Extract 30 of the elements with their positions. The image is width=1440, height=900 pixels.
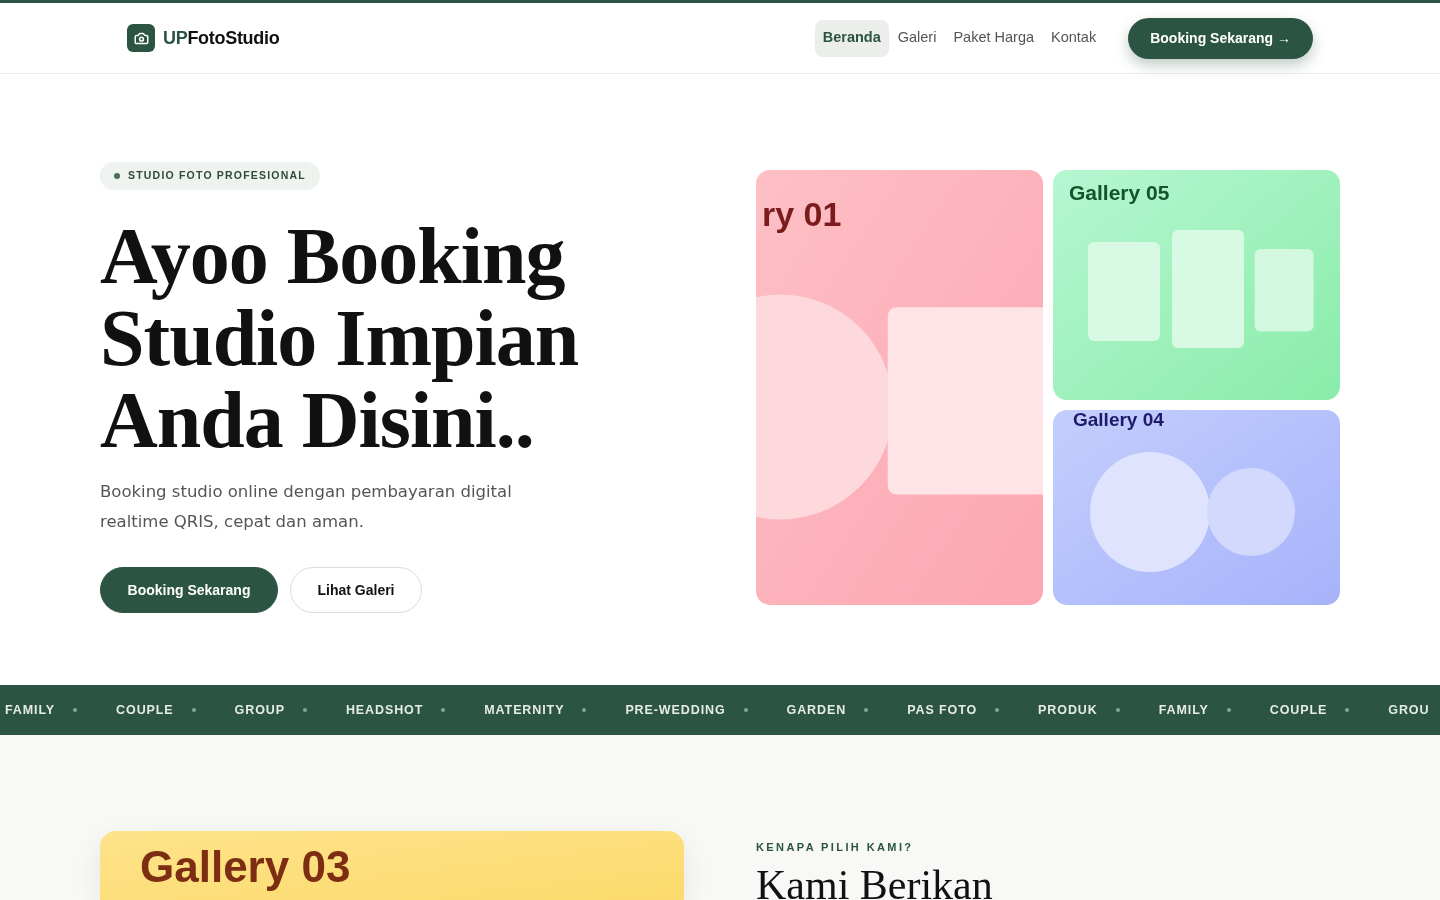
category-label: PAS FOTO bbox=[907, 701, 978, 719]
category-label: COUPLE bbox=[1269, 701, 1328, 719]
gallery-title: Gallery 05 bbox=[1069, 181, 1170, 204]
category-label: HEADSHOT bbox=[345, 701, 424, 719]
hero-title: Ayoo Booking Studio Impian Anda Disini.. bbox=[100, 215, 579, 461]
category-label: FAMILY bbox=[1158, 701, 1209, 719]
gallery-button[interactable]: Lihat Galeri bbox=[290, 567, 422, 613]
nav-link[interactable]: Paket Harga bbox=[945, 19, 1043, 57]
nav-link[interactable]: Kontak bbox=[1043, 19, 1105, 57]
category-label: GARDEN bbox=[786, 701, 847, 719]
category-label: FAMILY bbox=[5, 701, 56, 719]
booking-button[interactable]: Booking Sekarang bbox=[100, 567, 278, 613]
category-label: PRE-WEDDING bbox=[625, 701, 726, 719]
gallery-title: Gallery 04 bbox=[1073, 410, 1164, 430]
category-label: COUPLE bbox=[116, 701, 174, 719]
nav-link[interactable]: Beranda bbox=[814, 19, 889, 57]
gallery-title: ry 01 bbox=[762, 195, 842, 233]
camera-icon bbox=[127, 24, 155, 52]
category-label: GROU bbox=[1388, 701, 1430, 719]
brand-name[interactable]: UPFotoStudio bbox=[163, 24, 280, 52]
hero-subtitle: Booking studio online dengan pembayaran digital realtime QRIS, cepat dan aman. bbox=[100, 481, 513, 533]
nav-link[interactable]: Galeri bbox=[889, 19, 945, 57]
badge-text: STUDIO FOTO PROFESIONAL bbox=[128, 168, 306, 184]
category-label: GROUP bbox=[234, 701, 285, 719]
section-heading: Kami Berikan bbox=[756, 865, 993, 900]
feature-title: Gallery 03 bbox=[140, 845, 351, 889]
section-eyebrow: KENAPA PILIH KAMI? bbox=[756, 841, 915, 854]
booking-button[interactable]: Booking Sekarang → bbox=[1128, 17, 1313, 59]
category-label: PRODUK bbox=[1038, 701, 1098, 719]
category-label: MATERNITY bbox=[484, 701, 565, 719]
